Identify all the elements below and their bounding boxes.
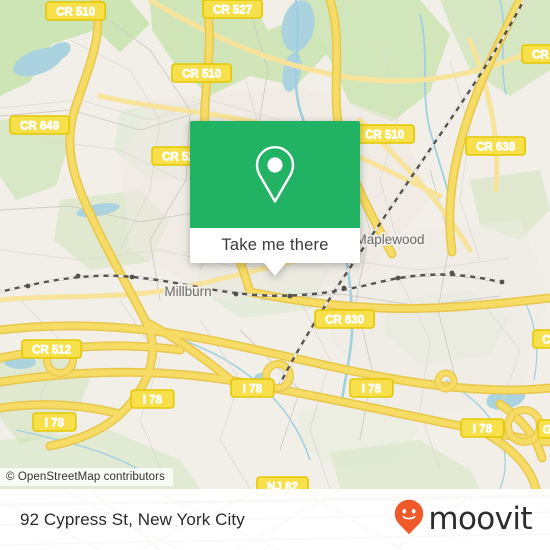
moovit-logo[interactable]: moovit	[394, 499, 533, 540]
bottom-info-bar: 92 Cypress St, New York City moovit	[0, 489, 550, 550]
moovit-wordmark: moovit	[428, 501, 532, 537]
address-label: 92 Cypress St, New York City	[20, 509, 245, 529]
popup-tail-pointer	[264, 263, 286, 276]
popup-pin-header	[190, 121, 360, 228]
destination-popup-card[interactable]: Take me there	[190, 121, 360, 276]
moovit-map-screen: .gr { fill:#cde4b5; } .grl { fill:#d9ead…	[0, 0, 550, 550]
osm-attribution[interactable]: © OpenStreetMap contributors	[0, 468, 173, 486]
popup-action-footer[interactable]: Take me there	[190, 228, 360, 276]
moovit-smiley-pin-icon	[394, 499, 424, 540]
map-canvas[interactable]: .gr { fill:#cde4b5; } .grl { fill:#d9ead…	[0, 0, 550, 489]
take-me-there-label: Take me there	[221, 236, 329, 254]
map-pin-icon	[251, 144, 299, 206]
